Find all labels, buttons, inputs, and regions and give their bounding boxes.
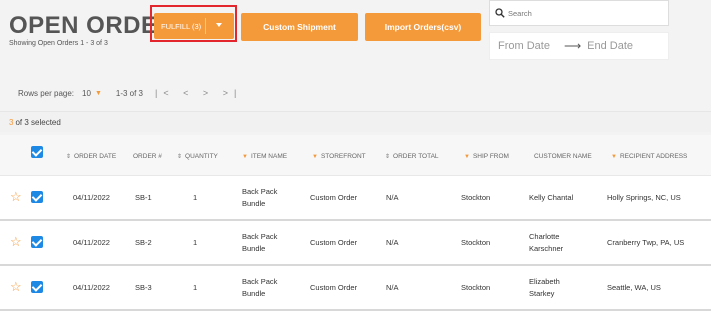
date-range-field[interactable]: From Date ⟶ End Date — [489, 32, 669, 60]
orders-table: ⇕ ORDER DATE ORDER # ⇕ QUANTITY ▼ ITEM NAME… — [0, 135, 711, 311]
storefront: Custom Order — [310, 282, 358, 292]
caret-down-icon[interactable]: ▼ — [95, 90, 102, 97]
quantity: 1 — [193, 282, 198, 292]
sort-down-icon: ▼ — [464, 154, 470, 160]
col-ship-from[interactable]: ▼ SHIP FROM — [464, 153, 509, 160]
order-number: SB-3 — [135, 282, 152, 292]
storefront: Custom Order — [310, 237, 358, 247]
sort-icon: ⇕ — [177, 154, 183, 160]
select-all-checkbox[interactable] — [31, 146, 43, 158]
order-date: 04/11/2022 — [73, 282, 110, 292]
selection-count: 3 — [9, 117, 14, 127]
ship-from: Stockton — [461, 192, 491, 202]
first-page-icon[interactable]: |< — [155, 88, 175, 98]
order-number: SB-1 — [135, 192, 152, 202]
sort-icon: ⇕ — [66, 154, 72, 160]
order-total: N/A — [386, 282, 399, 292]
item-name: Back Pack Bundle — [242, 186, 278, 208]
end-date-input[interactable]: End Date — [587, 40, 633, 52]
quantity: 1 — [193, 192, 198, 202]
pagination-range: 1-3 of 3 — [115, 88, 144, 98]
sort-down-icon: ▼ — [242, 154, 248, 160]
next-page-icon[interactable]: > — [203, 88, 214, 98]
arrow-right-icon: ⟶ — [563, 39, 582, 53]
row-checkbox[interactable] — [31, 191, 43, 203]
rows-per-page-select[interactable]: 10 — [82, 89, 91, 98]
customer-name: Elizabeth Starkey — [529, 276, 560, 298]
col-item-name[interactable]: ▼ ITEM NAME — [242, 153, 287, 160]
order-date: 04/11/2022 — [73, 237, 110, 247]
recipient-address: Cranberry Twp, PA, US — [607, 237, 685, 247]
col-order-total[interactable]: ⇕ ORDER TOTAL — [385, 153, 439, 160]
prev-page-icon[interactable]: < — [183, 88, 194, 98]
storefront: Custom Order — [310, 192, 358, 202]
import-orders-button[interactable]: Import Orders(csv) — [365, 13, 481, 41]
pagination-controls: |< < > >| — [155, 88, 242, 98]
customer-name: Charlotte Karschner — [529, 231, 564, 253]
chevron-down-icon[interactable] — [216, 23, 222, 27]
search-placeholder: Search — [508, 8, 532, 18]
fulfill-button[interactable]: FULFILL (3) — [154, 13, 234, 39]
recipient-address: Holly Springs, NC, US — [607, 192, 681, 202]
item-name: Back Pack Bundle — [242, 231, 278, 253]
order-date: 04/11/2022 — [73, 192, 110, 202]
sort-down-icon: ▼ — [312, 154, 318, 160]
row-checkbox[interactable] — [31, 236, 43, 248]
fulfill-label: FULFILL (3) — [161, 21, 202, 31]
selection-bar: 3 of 3 selected — [0, 111, 711, 132]
star-icon[interactable]: ☆ — [10, 190, 22, 203]
col-quantity[interactable]: ⇕ QUANTITY — [177, 153, 218, 160]
pagination-bar: Rows per page: 10 ▼ 1-3 of 3 |< < > >| — [18, 88, 242, 98]
sort-icon: ⇕ — [385, 154, 391, 160]
rows-per-page-label: Rows per page: — [18, 88, 75, 98]
quantity: 1 — [193, 237, 198, 247]
page-subtitle: Showing Open Orders 1 - 3 of 3 — [9, 40, 108, 47]
recipient-address: Seattle, WA, US — [607, 282, 661, 292]
ship-from: Stockton — [461, 282, 491, 292]
row-checkbox[interactable] — [31, 281, 43, 293]
table-row[interactable]: ☆ 04/11/2022 SB-3 1 Back Pack Bundle Cust… — [0, 266, 711, 311]
col-storefront[interactable]: ▼ STOREFRONT — [312, 153, 366, 160]
ship-from: Stockton — [461, 237, 491, 247]
order-total: N/A — [386, 237, 399, 247]
table-row[interactable]: ☆ 04/11/2022 SB-1 1 Back Pack Bundle Cust… — [0, 176, 711, 221]
col-order-number[interactable]: ORDER # — [133, 153, 162, 160]
col-order-date[interactable]: ⇕ ORDER DATE — [66, 153, 116, 160]
item-name: Back Pack Bundle — [242, 276, 278, 298]
star-icon[interactable]: ☆ — [10, 235, 22, 248]
col-customer-name[interactable]: CUSTOMER NAME — [534, 153, 592, 160]
selection-text: of 3 selected — [15, 117, 61, 127]
from-date-input[interactable]: From Date — [498, 40, 550, 52]
star-icon[interactable]: ☆ — [10, 280, 22, 293]
last-page-icon[interactable]: >| — [223, 88, 243, 98]
order-number: SB-2 — [135, 237, 152, 247]
sort-down-icon: ▼ — [611, 154, 617, 160]
order-total: N/A — [386, 192, 399, 202]
col-recipient-address[interactable]: ▼ RECIPIENT ADDRESS — [611, 153, 687, 160]
search-icon — [495, 8, 505, 18]
table-header: ⇕ ORDER DATE ORDER # ⇕ QUANTITY ▼ ITEM NAME… — [0, 135, 711, 176]
fulfill-divider — [205, 18, 206, 34]
custom-shipment-button[interactable]: Custom Shipment — [241, 13, 358, 41]
customer-name: Kelly Chantal — [529, 192, 574, 202]
search-input[interactable]: Search — [489, 0, 669, 26]
table-row[interactable]: ☆ 04/11/2022 SB-2 1 Back Pack Bundle Cust… — [0, 221, 711, 266]
